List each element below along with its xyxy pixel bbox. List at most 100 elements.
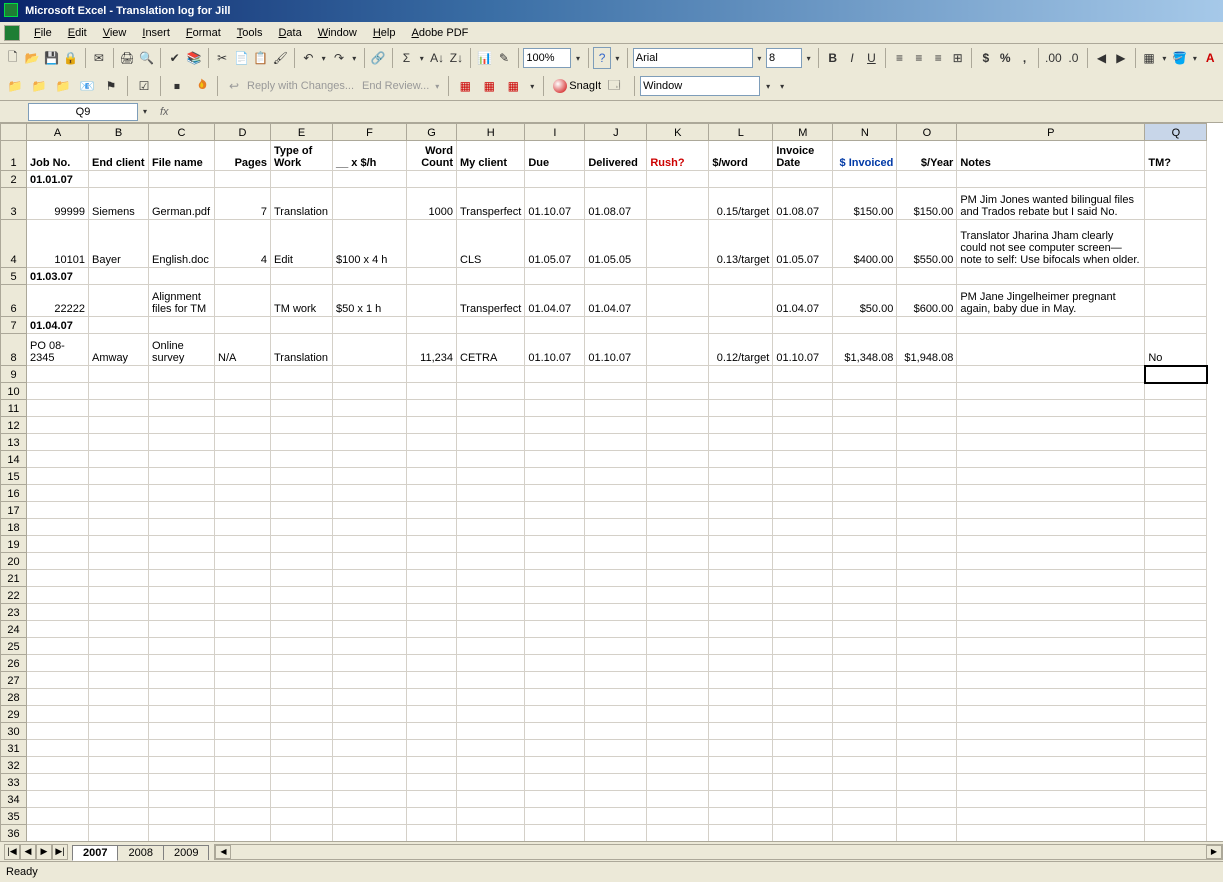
col-header-M[interactable]: M (773, 124, 833, 141)
cell-M3[interactable]: 01.08.07 (773, 188, 833, 220)
cell-M17[interactable] (773, 502, 833, 519)
cell-O22[interactable] (897, 587, 957, 604)
cell-H20[interactable] (457, 553, 525, 570)
research-button[interactable]: 📚 (185, 47, 202, 69)
cell-A13[interactable] (27, 434, 89, 451)
cell-C14[interactable] (149, 451, 215, 468)
cell-P15[interactable] (957, 468, 1145, 485)
cut-button[interactable]: ✂ (213, 47, 230, 69)
new-button[interactable]: 🗋 (4, 47, 21, 69)
cell-C20[interactable] (149, 553, 215, 570)
pdf-button-3[interactable]: ▦ (502, 75, 524, 97)
cell-C32[interactable] (149, 757, 215, 774)
cell-Q19[interactable] (1145, 536, 1207, 553)
cell-A34[interactable] (27, 791, 89, 808)
cell-N20[interactable] (833, 553, 897, 570)
cell-B5[interactable] (89, 268, 149, 285)
cell-I28[interactable] (525, 689, 585, 706)
cell-Q14[interactable] (1145, 451, 1207, 468)
cell-E21[interactable] (271, 570, 333, 587)
currency-button[interactable]: $ (977, 47, 994, 69)
cell-N1[interactable]: $ Invoiced (833, 141, 897, 171)
cell-K24[interactable] (647, 621, 709, 638)
cell-H34[interactable] (457, 791, 525, 808)
cell-Q4[interactable] (1145, 220, 1207, 268)
redo-button[interactable]: ↷ (330, 47, 347, 69)
sheet-tab-2009[interactable]: 2009 (163, 845, 209, 860)
cell-A21[interactable] (27, 570, 89, 587)
cell-I24[interactable] (525, 621, 585, 638)
cell-F28[interactable] (333, 689, 407, 706)
cell-D17[interactable] (215, 502, 271, 519)
cell-N11[interactable] (833, 400, 897, 417)
align-right-button[interactable]: ≡ (930, 47, 947, 69)
cell-B27[interactable] (89, 672, 149, 689)
cell-J31[interactable] (585, 740, 647, 757)
cell-A11[interactable] (27, 400, 89, 417)
cell-C36[interactable] (149, 825, 215, 842)
cell-P11[interactable] (957, 400, 1145, 417)
cell-B22[interactable] (89, 587, 149, 604)
cell-G27[interactable] (407, 672, 457, 689)
cell-K1[interactable]: Rush? (647, 141, 709, 171)
cell-D24[interactable] (215, 621, 271, 638)
increase-decimal-button[interactable]: .00 (1044, 47, 1063, 69)
cell-O13[interactable] (897, 434, 957, 451)
cell-I8[interactable]: 01.10.07 (525, 334, 585, 366)
cell-H28[interactable] (457, 689, 525, 706)
cell-K5[interactable] (647, 268, 709, 285)
cell-C24[interactable] (149, 621, 215, 638)
cell-H32[interactable] (457, 757, 525, 774)
cell-I7[interactable] (525, 317, 585, 334)
cell-O6[interactable]: $600.00 (897, 285, 957, 317)
cell-I19[interactable] (525, 536, 585, 553)
cell-D32[interactable] (215, 757, 271, 774)
cell-A31[interactable] (27, 740, 89, 757)
cell-L13[interactable] (709, 434, 773, 451)
cell-J12[interactable] (585, 417, 647, 434)
drawing-button[interactable]: ✎ (495, 47, 512, 69)
cell-I17[interactable] (525, 502, 585, 519)
cell-Q1[interactable]: TM? (1145, 141, 1207, 171)
cell-E27[interactable] (271, 672, 333, 689)
cell-M14[interactable] (773, 451, 833, 468)
row-header-17[interactable]: 17 (1, 502, 27, 519)
cell-Q25[interactable] (1145, 638, 1207, 655)
open-button[interactable]: 📂 (23, 47, 40, 69)
cell-C22[interactable] (149, 587, 215, 604)
cell-J2[interactable] (585, 171, 647, 188)
row-header-28[interactable]: 28 (1, 689, 27, 706)
cell-D25[interactable] (215, 638, 271, 655)
cell-H17[interactable] (457, 502, 525, 519)
cell-G11[interactable] (407, 400, 457, 417)
cell-H13[interactable] (457, 434, 525, 451)
cell-H4[interactable]: CLS (457, 220, 525, 268)
horizontal-scrollbar[interactable]: ◀ ▶ (214, 844, 1223, 860)
cell-H35[interactable] (457, 808, 525, 825)
cell-F26[interactable] (333, 655, 407, 672)
cell-G32[interactable] (407, 757, 457, 774)
cell-H12[interactable] (457, 417, 525, 434)
col-header-P[interactable]: P (957, 124, 1145, 141)
cell-K21[interactable] (647, 570, 709, 587)
cell-A26[interactable] (27, 655, 89, 672)
cell-B14[interactable] (89, 451, 149, 468)
cell-E13[interactable] (271, 434, 333, 451)
flag-button[interactable]: ⚑ (100, 75, 122, 97)
cell-N29[interactable] (833, 706, 897, 723)
cell-O26[interactable] (897, 655, 957, 672)
cell-D34[interactable] (215, 791, 271, 808)
cell-Q22[interactable] (1145, 587, 1207, 604)
cell-A14[interactable] (27, 451, 89, 468)
cell-M13[interactable] (773, 434, 833, 451)
cell-G28[interactable] (407, 689, 457, 706)
row-header-21[interactable]: 21 (1, 570, 27, 587)
cell-C19[interactable] (149, 536, 215, 553)
cell-N10[interactable] (833, 383, 897, 400)
cell-I13[interactable] (525, 434, 585, 451)
align-center-button[interactable]: ≡ (910, 47, 927, 69)
cell-D21[interactable] (215, 570, 271, 587)
cell-G24[interactable] (407, 621, 457, 638)
cell-O1[interactable]: $/Year (897, 141, 957, 171)
cell-N21[interactable] (833, 570, 897, 587)
